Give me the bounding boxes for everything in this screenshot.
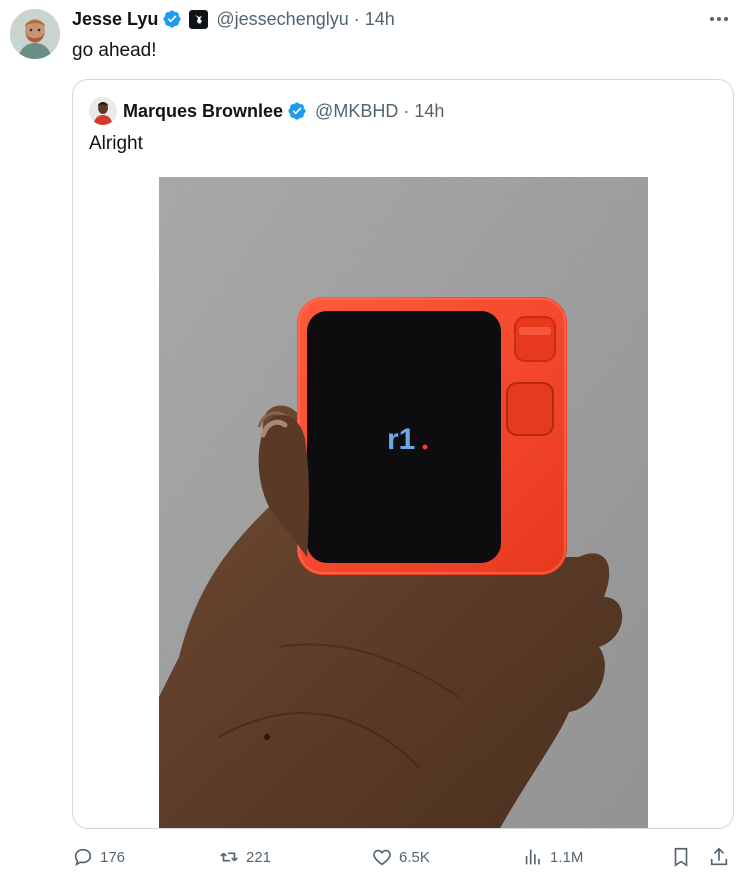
reply-icon xyxy=(74,848,92,867)
verified-badge-icon xyxy=(162,9,182,29)
like-button[interactable]: 6.5K xyxy=(371,843,430,871)
separator-dot: · xyxy=(403,100,410,121)
author-handle[interactable]: @jessechenglyu xyxy=(216,9,348,30)
tweet-actions: 176 221 6.5K 1.1M xyxy=(72,843,734,871)
tweet: Jesse Lyu @jessechenglyu · 14h go ahead!… xyxy=(0,0,750,878)
more-horizontal-icon xyxy=(710,17,714,21)
timestamp[interactable]: 14h xyxy=(365,9,395,30)
more-options-button[interactable] xyxy=(706,10,732,28)
bookmark-icon xyxy=(674,847,688,867)
repost-icon xyxy=(220,852,238,862)
quoted-tweet-text: Alright xyxy=(89,133,143,154)
quoted-tweet-header: Marques Brownlee @MKBHD · 14h xyxy=(89,97,445,125)
reply-count: 176 xyxy=(100,848,126,866)
author-name[interactable]: Jesse Lyu xyxy=(72,9,158,30)
quoted-tweet[interactable]: Marques Brownlee @MKBHD · 14h Alright r1 xyxy=(72,79,734,829)
tweet-header: Jesse Lyu @jessechenglyu · 14h xyxy=(72,6,395,32)
reply-button[interactable]: 176 xyxy=(72,843,125,871)
tweet-text: go ahead! xyxy=(72,40,157,61)
quoted-media-image[interactable]: r1 xyxy=(159,177,648,828)
share-button[interactable] xyxy=(708,843,736,871)
like-count: 6.5K xyxy=(399,848,430,866)
svg-text:r1: r1 xyxy=(387,423,415,456)
view-count: 1.1M xyxy=(550,848,584,866)
quoted-author-name: Marques Brownlee xyxy=(123,100,284,121)
bookmark-button[interactable] xyxy=(670,843,698,871)
quoted-timestamp: 14h xyxy=(414,100,445,121)
repost-button[interactable]: 221 xyxy=(218,843,271,871)
analytics-icon xyxy=(525,849,540,865)
verified-badge-icon xyxy=(287,101,307,121)
separator-dot: · xyxy=(353,8,360,29)
author-avatar[interactable] xyxy=(10,9,60,59)
share-icon xyxy=(710,847,728,866)
affiliate-badge-icon xyxy=(189,9,209,29)
quoted-author-handle: @MKBHD xyxy=(315,100,399,121)
views-button[interactable]: 1.1M xyxy=(522,843,583,871)
quoted-author-avatar xyxy=(89,97,117,125)
heart-icon xyxy=(373,849,391,866)
repost-count: 221 xyxy=(246,848,272,866)
